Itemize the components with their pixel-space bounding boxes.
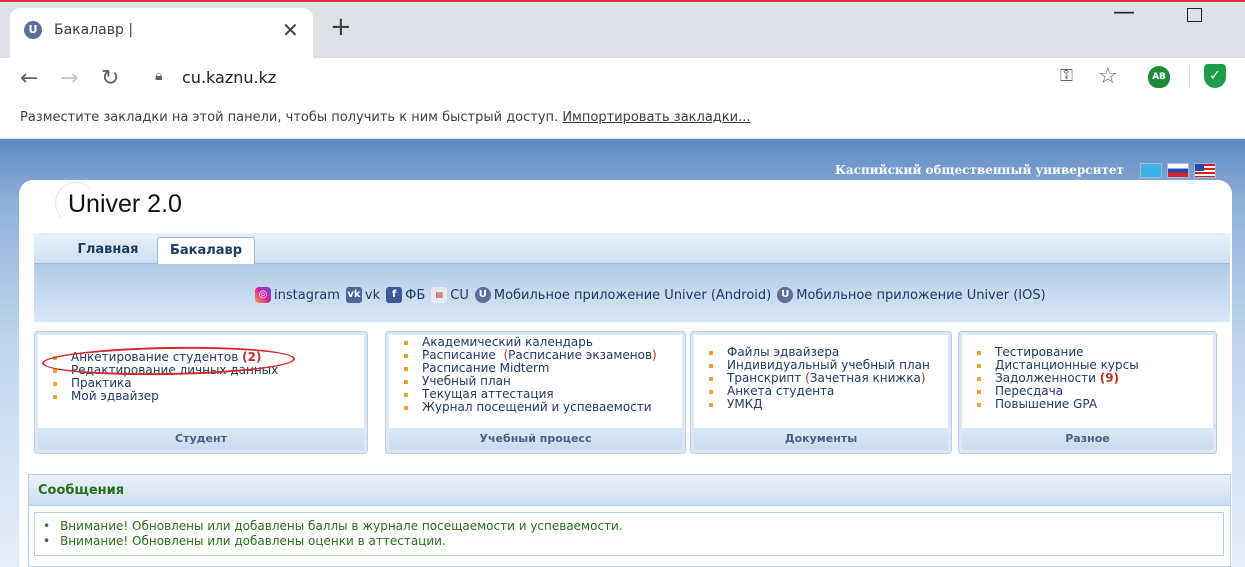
- extension-ab-icon[interactable]: AB: [1148, 66, 1170, 88]
- link-instagram[interactable]: instagram: [274, 288, 340, 303]
- box-title: Учебный процесс: [389, 428, 682, 450]
- menu-link[interactable]: Практика: [71, 376, 132, 390]
- menu-link[interactable]: Зачетная книжка: [810, 371, 921, 385]
- menu-link[interactable]: Расписание: [422, 348, 496, 362]
- menu-link[interactable]: Транскрипт: [727, 371, 801, 385]
- flag-us-icon[interactable]: [1194, 163, 1216, 178]
- tab-bachelor[interactable]: Бакалавр: [157, 237, 255, 264]
- links-row: ◎ instagram vk vk f ФБ ▤ CU U Мобильное …: [255, 287, 1052, 303]
- box-title: Студент: [38, 428, 364, 450]
- back-icon[interactable]: ←: [20, 66, 38, 91]
- menu-link[interactable]: Повышение GPA: [995, 397, 1097, 411]
- message-item: Внимание! Обновлены или добавлены баллы …: [43, 519, 623, 534]
- messages-title: Сообщения: [38, 483, 125, 498]
- link-android[interactable]: Мобильное приложение Univer (Android): [494, 288, 771, 303]
- box-title: Документы: [694, 428, 948, 450]
- menu-link[interactable]: Тестирование: [995, 345, 1084, 359]
- flag-kz-icon[interactable]: [1140, 163, 1162, 178]
- menu-link[interactable]: Файлы эдвайзера: [727, 345, 839, 359]
- menu-link[interactable]: Дистанционные курсы: [995, 358, 1139, 372]
- menu-link[interactable]: Текущая аттестация: [422, 387, 554, 401]
- box-documents: Файлы эдвайзера Индивидуальный учебный п…: [690, 331, 952, 454]
- box-study-process: Академический календарь Расписание (Расп…: [385, 331, 686, 454]
- university-name: Каспийский общественный университет: [835, 163, 1124, 177]
- box-misc: Тестирование Дистанционные курсы Задолже…: [958, 331, 1217, 454]
- instagram-icon[interactable]: ◎: [255, 287, 271, 303]
- flag-ru-icon[interactable]: [1167, 163, 1189, 178]
- menu-link[interactable]: Академический календарь: [422, 335, 593, 349]
- reload-icon[interactable]: ↻: [101, 66, 119, 91]
- messages-body: Внимание! Обновлены или добавлены баллы …: [34, 512, 1224, 556]
- message-item: Внимание! Обновлены или добавлены оценки…: [43, 534, 623, 549]
- paren-close: ): [652, 348, 657, 362]
- bookmarks-hint: Разместите закладки на этой панели, чтоб…: [20, 110, 750, 125]
- maximize-icon[interactable]: [1187, 8, 1202, 22]
- logo[interactable]: Univer 2.0: [68, 190, 182, 219]
- toolbar-divider: [1189, 66, 1190, 88]
- tab-title: Бакалавр |: [54, 22, 134, 38]
- facebook-icon[interactable]: f: [386, 287, 403, 303]
- link-ios[interactable]: Мобильное приложение Univer (IOS): [796, 288, 1045, 303]
- link-cu[interactable]: CU: [450, 288, 469, 303]
- tab-home[interactable]: Главная: [66, 237, 150, 264]
- univer-app-icon[interactable]: U: [474, 287, 491, 303]
- bookmarks-hint-text: Разместите закладки на этой панели, чтоб…: [20, 110, 559, 125]
- lock-icon[interactable]: 🔒︎: [155, 68, 162, 84]
- browser-tab[interactable]: U Бакалавр | ✕: [10, 8, 313, 58]
- list-item[interactable]: Повышение GPA: [977, 398, 1139, 411]
- link-vk[interactable]: vk: [365, 288, 380, 303]
- univer-app-icon[interactable]: U: [777, 287, 794, 303]
- extension-shield-icon[interactable]: ✓: [1204, 64, 1226, 88]
- new-tab-icon[interactable]: +: [330, 14, 352, 40]
- menu-link[interactable]: Расписание экзаменов: [508, 348, 652, 362]
- paren-close: ): [920, 371, 926, 385]
- menu-link[interactable]: Журнал посещений и успеваемости: [422, 400, 652, 414]
- close-tab-icon[interactable]: ✕: [282, 18, 299, 42]
- import-bookmarks-link[interactable]: Импортировать закладки...: [562, 110, 750, 125]
- box-title: Разное: [962, 428, 1213, 450]
- menu-link[interactable]: Мой эдвайзер: [71, 389, 159, 403]
- menu-link[interactable]: Задолженности: [995, 371, 1096, 385]
- menu-link[interactable]: УМКД: [727, 397, 763, 411]
- menu-link[interactable]: Индивидуальный учебный план: [727, 358, 930, 372]
- menu-link[interactable]: Анкета студента: [727, 384, 834, 398]
- link-fb[interactable]: ФБ: [405, 288, 425, 303]
- list-item[interactable]: Мой эдвайзер: [53, 390, 278, 403]
- menu-link[interactable]: Учебный план: [422, 374, 511, 388]
- menu-link[interactable]: Расписание Midterm: [422, 361, 549, 375]
- key-icon[interactable]: ⚿: [1060, 66, 1073, 86]
- bookmark-star-icon[interactable]: ☆: [1098, 64, 1118, 89]
- univer-favicon-icon: U: [24, 21, 42, 39]
- forward-icon[interactable]: →: [60, 66, 78, 91]
- vk-icon[interactable]: vk: [345, 287, 362, 303]
- count-badge: (9): [1099, 371, 1120, 385]
- cu-icon[interactable]: ▤: [431, 287, 448, 303]
- list-item[interactable]: УМКД: [709, 398, 930, 411]
- address-bar[interactable]: cu.kaznu.kz: [182, 68, 276, 87]
- messages-header: [29, 475, 1230, 506]
- list-item[interactable]: Журнал посещений и успеваемости: [404, 401, 657, 414]
- minimize-icon[interactable]: —: [1113, 0, 1135, 25]
- menu-link[interactable]: Пересдача: [995, 384, 1063, 398]
